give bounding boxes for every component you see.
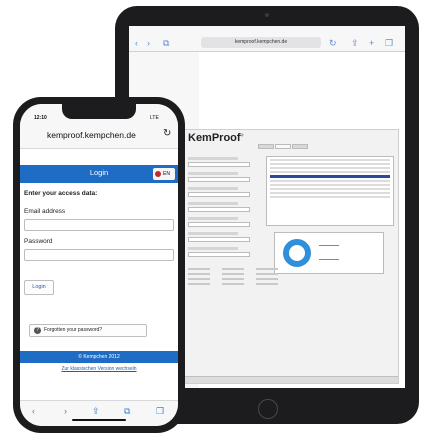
- list-item-selected[interactable]: [270, 175, 390, 178]
- checkbox[interactable]: [256, 268, 278, 270]
- form-label: [188, 202, 238, 205]
- checkbox-column: [222, 268, 252, 288]
- list-item[interactable]: [270, 171, 390, 173]
- form-field[interactable]: [188, 237, 250, 242]
- dimension-line: [319, 245, 339, 246]
- tablet-status-bar: [129, 26, 405, 34]
- checkbox[interactable]: [222, 283, 244, 285]
- form-field[interactable]: [188, 252, 250, 257]
- gasket-ring-icon: [283, 239, 311, 267]
- list-item[interactable]: [270, 196, 390, 198]
- status-time: 12:10: [34, 115, 47, 121]
- access-prompt: Enter your access data:: [24, 190, 98, 197]
- classic-version-link[interactable]: Zur klassischen Version wechseln: [20, 366, 178, 372]
- form-label: [188, 187, 238, 190]
- phone-device: 12:10 LTE kemproof.kempchen.de ↻ Login E…: [13, 97, 185, 433]
- list-item[interactable]: [270, 192, 390, 194]
- phone-address-bar[interactable]: kemproof.kempchen.de ↻: [20, 126, 178, 149]
- password-field[interactable]: [24, 249, 174, 261]
- checkbox-column: [256, 268, 286, 288]
- forgot-password-label: Forgotten your password?: [44, 327, 103, 333]
- form-label: [188, 217, 238, 220]
- bookmarks-icon[interactable]: ⧉: [163, 37, 169, 49]
- share-icon[interactable]: ⇪: [92, 405, 100, 417]
- list-item[interactable]: [270, 188, 390, 190]
- email-field[interactable]: [24, 219, 174, 231]
- form-field[interactable]: [188, 192, 250, 197]
- checkbox-group: [188, 268, 338, 303]
- tabs-icon[interactable]: ❐: [156, 405, 164, 417]
- results-list[interactable]: [266, 156, 394, 226]
- checkbox[interactable]: [256, 273, 278, 275]
- home-button[interactable]: [258, 399, 278, 419]
- language-code: EN: [163, 171, 170, 177]
- language-button[interactable]: EN: [153, 168, 175, 180]
- tabs-icon[interactable]: ❐: [385, 37, 393, 49]
- app-status-bar: [182, 376, 398, 383]
- list-item[interactable]: [270, 159, 390, 161]
- form-label: [188, 232, 238, 235]
- checkbox[interactable]: [222, 278, 244, 280]
- login-header: Login EN: [20, 165, 178, 183]
- tablet-camera: [265, 13, 269, 17]
- checkbox[interactable]: [188, 268, 210, 270]
- kemproof-logo: KemProof®: [188, 132, 244, 144]
- copyright-footer: © Kempchen 2012: [20, 351, 178, 363]
- forgot-password-button[interactable]: ? Forgotten your password?: [29, 324, 147, 337]
- phone-notch: [62, 104, 136, 119]
- tablet-browser-bar: ‹ › ⧉ kemproof.kempchen.de ↻ ⇪ + ❐: [129, 34, 405, 52]
- password-label: Password: [24, 238, 53, 245]
- list-item[interactable]: [270, 180, 390, 182]
- checkbox[interactable]: [188, 283, 210, 285]
- home-indicator[interactable]: [72, 419, 126, 421]
- tablet-url-field[interactable]: kemproof.kempchen.de: [201, 37, 321, 48]
- phone-browser-toolbar: ‹ › ⇪ ⧉ ❐: [20, 400, 178, 426]
- url-domain[interactable]: kemproof.kempchen.de: [47, 130, 136, 140]
- share-icon[interactable]: ⇪: [351, 37, 359, 49]
- app-tab[interactable]: [292, 144, 308, 149]
- email-label: Email address: [24, 208, 66, 215]
- checkbox[interactable]: [256, 283, 278, 285]
- form-label: [188, 172, 238, 175]
- signal-icon: LTE: [150, 115, 159, 121]
- checkbox-column: [188, 268, 218, 288]
- checkbox[interactable]: [188, 273, 210, 275]
- list-item[interactable]: [270, 167, 390, 169]
- phone-screen: 12:10 LTE kemproof.kempchen.de ↻ Login E…: [20, 104, 178, 426]
- form-field[interactable]: [188, 207, 250, 212]
- checkbox[interactable]: [188, 278, 210, 280]
- question-icon: ?: [34, 327, 41, 334]
- back-icon[interactable]: ‹: [135, 37, 138, 49]
- reload-icon[interactable]: ↻: [163, 128, 171, 139]
- form-field[interactable]: [188, 222, 250, 227]
- list-item[interactable]: [270, 184, 390, 186]
- form-field[interactable]: [188, 162, 250, 167]
- flag-icon: [155, 171, 161, 177]
- dimension-line: [319, 259, 339, 260]
- list-item[interactable]: [270, 163, 390, 165]
- bookmarks-icon[interactable]: ⧉: [124, 405, 130, 417]
- forward-icon[interactable]: ›: [64, 405, 67, 417]
- form-label: [188, 157, 238, 160]
- login-button[interactable]: Login: [24, 280, 54, 295]
- app-tab-active[interactable]: [275, 144, 291, 149]
- form-label: [188, 247, 238, 250]
- checkbox[interactable]: [222, 273, 244, 275]
- kemproof-app-window: KemProof®: [181, 129, 399, 384]
- reload-icon[interactable]: ↻: [329, 37, 337, 49]
- form-field[interactable]: [188, 177, 250, 182]
- checkbox[interactable]: [222, 268, 244, 270]
- app-tab[interactable]: [258, 144, 274, 149]
- back-icon[interactable]: ‹: [32, 405, 35, 417]
- forward-icon[interactable]: ›: [147, 37, 150, 49]
- device-mockup-stage: ‹ › ⧉ kemproof.kempchen.de ↻ ⇪ + ❐ Demo …: [0, 0, 424, 435]
- app-tabs: [258, 144, 309, 149]
- new-tab-icon[interactable]: +: [369, 37, 374, 49]
- checkbox[interactable]: [256, 278, 278, 280]
